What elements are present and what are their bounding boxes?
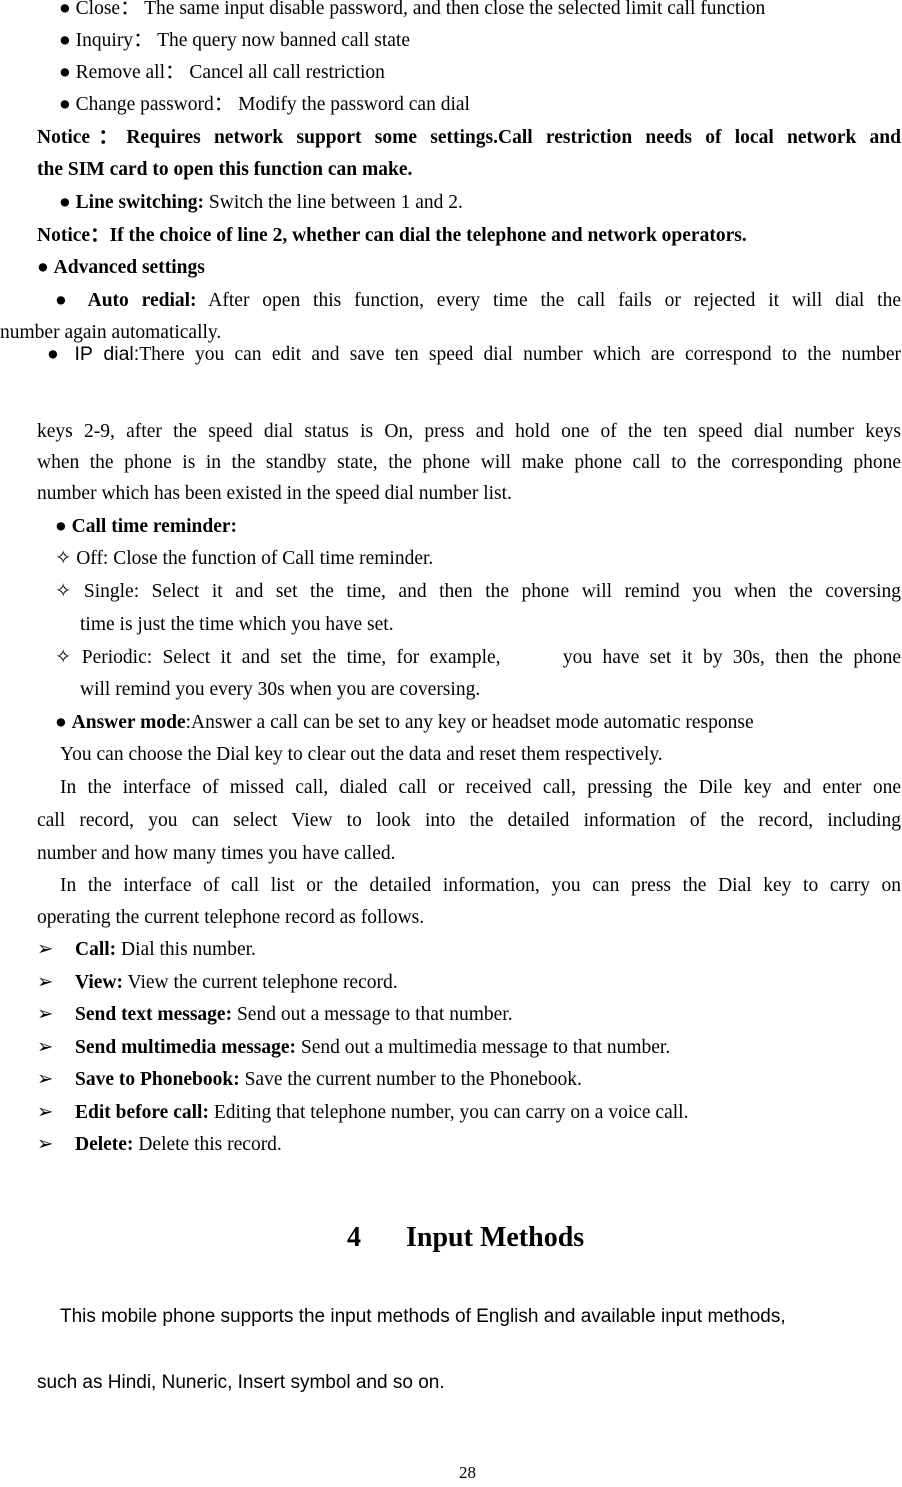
option-text: Editing that telephone number, you can c… (208, 1102, 689, 1123)
notice-text: Requires network support some settings.C… (126, 127, 902, 148)
item-text: :Answer a call can be set to any key or … (185, 712, 754, 733)
section-title: Input Methods (406, 1222, 585, 1253)
bullet-icon: ● (59, 30, 71, 51)
arrow-icon: ➢ (37, 1134, 54, 1155)
option-text: View the current telephone record. (123, 972, 398, 993)
paragraph: You can choose the Dial key to clear out… (60, 744, 663, 765)
bullet-icon: ● (47, 343, 65, 365)
item-text: Cancel all call restriction (189, 62, 385, 83)
item-text: The query now banned call state (157, 30, 410, 51)
option-text: Save the current number to the Phonebook… (239, 1069, 582, 1090)
call-time-reminder-heading: ● Call time reminder: (55, 516, 237, 537)
paragraph: In the interface of missed call, dialed … (60, 777, 901, 798)
option-label: Call: (75, 939, 117, 960)
option-label: Edit before call: (75, 1102, 209, 1123)
diamond-icon: ✧ (55, 647, 72, 668)
ip-dial-item: ● IP dial:There you can edit and save te… (47, 342, 901, 367)
reminder-option: ✧ Single: Select it and set the time, an… (55, 581, 902, 602)
arrow-icon: ➢ (37, 972, 54, 993)
item-label: Inquiry (75, 30, 134, 51)
arrow-icon: ➢ (37, 939, 54, 960)
item-label: Change password (75, 94, 214, 115)
arrow-icon: ➢ (37, 1069, 54, 1090)
notice-text: If the choice of line 2, whether can dia… (109, 225, 747, 246)
item-label: IP dial: (74, 343, 140, 365)
bullet-icon: ● (37, 257, 49, 278)
input-methods-paragraph: This mobile phone supports the input met… (60, 1306, 786, 1327)
notice-network: Notice：Requires network support some set… (37, 126, 901, 150)
item-label: Line switching: (75, 192, 205, 213)
bullet-icon: ● (59, 0, 71, 19)
reminder-option-cont: will remind you every 30s when you are c… (80, 679, 481, 700)
notice-network-cont: the SIM card to open this function can m… (37, 159, 413, 180)
reminder-option: ✧ Off: Close the function of Call time r… (55, 548, 434, 569)
notice-line2: Notice：If the choice of line 2, whether … (37, 224, 747, 248)
diamond-icon: ✧ (55, 581, 72, 602)
option-text: Dial this number. (116, 939, 256, 960)
bullet-icon: ● (55, 516, 67, 537)
diamond-icon: ✧ (55, 548, 72, 569)
paragraph: In the interface of call list or the det… (60, 875, 901, 896)
item-label: Close (75, 0, 121, 19)
call-barring-item: ● Change password： Modify the password c… (59, 94, 470, 115)
reminder-option: ✧ Periodic: Select it and set the time, … (55, 647, 901, 668)
section-heading: 4 Input Methods (347, 1222, 584, 1254)
record-option: ➢ View: View the current telephone record… (37, 971, 398, 995)
item-text: Modify the password can dial (238, 94, 470, 115)
call-barring-item: ● Inquiry： The query now banned call sta… (59, 30, 410, 51)
answer-mode-item: ● Answer mode:Answer a call can be set t… (55, 711, 754, 735)
line-switching-item: ● Line switching: Switch the line betwee… (59, 191, 463, 215)
option-label: Delete: (75, 1134, 134, 1155)
paragraph-cont: operating the current telephone record a… (37, 907, 425, 928)
arrow-icon: ➢ (37, 1102, 54, 1123)
paragraph-cont: number and how many times you have calle… (37, 843, 396, 864)
option-label: Save to Phonebook: (75, 1069, 240, 1090)
arrow-icon: ➢ (37, 1037, 54, 1058)
record-option: ➢ Edit before call: Editing that telephon… (37, 1101, 688, 1125)
section-number: 4 (347, 1222, 361, 1253)
item-text: After open this function, every time the… (196, 290, 902, 311)
item-text: Switch the line between 1 and 2. (204, 192, 463, 213)
item-label: Auto redial: (87, 290, 197, 311)
record-option: ➢ Call: Dial this number. (37, 938, 256, 962)
bullet-icon: ● (59, 62, 71, 83)
page-number: 28 (459, 1463, 476, 1482)
bullet-icon: ● (55, 712, 67, 733)
record-option: ➢ Send multimedia message: Send out a mul… (37, 1036, 670, 1060)
option-text: Send out a multimedia message to that nu… (296, 1037, 671, 1058)
record-option: ➢ Send text message: Send out a message t… (37, 1003, 513, 1027)
item-label: Answer mode (71, 712, 186, 733)
notice-label: Notice： (37, 225, 110, 246)
option-label: View: (75, 972, 124, 993)
ip-dial-cont: number which has been existed in the spe… (37, 483, 512, 504)
bullet-icon: ● (55, 290, 75, 311)
auto-redial-item: ● Auto redial: After open this function,… (55, 289, 901, 313)
bullet-icon: ● (59, 94, 71, 115)
option-label: Send multimedia message: (75, 1037, 296, 1058)
record-option: ➢ Save to Phonebook: Save the current num… (37, 1068, 582, 1092)
record-option: ➢ Delete: Delete this record. (37, 1133, 282, 1157)
call-barring-item: ● Close： The same input disable password… (59, 0, 766, 19)
notice-label: Notice： (37, 127, 127, 148)
bullet-icon: ● (59, 192, 71, 213)
call-barring-item: ● Remove all： Cancel all call restrictio… (59, 62, 385, 83)
input-methods-paragraph-cont: such as Hindi, Nuneric, Insert symbol an… (37, 1372, 445, 1393)
option-text: Delete this record. (133, 1134, 282, 1155)
reminder-option-cont: time is just the time which you have set… (80, 614, 394, 635)
option-text: Send out a message to that number. (232, 1004, 513, 1025)
item-text: There you can edit and save ten speed di… (139, 344, 902, 365)
advanced-settings-heading: ● Advanced settings (37, 257, 205, 278)
ip-dial-cont: when the phone is in the standby state, … (37, 452, 901, 473)
item-label: Remove all (75, 62, 166, 83)
option-label: Send text message: (75, 1004, 233, 1025)
arrow-icon: ➢ (37, 1004, 54, 1025)
item-text: The same input disable password, and the… (144, 0, 766, 19)
ip-dial-cont: keys 2-9, after the speed dial status is… (37, 421, 901, 442)
paragraph-cont: call record, you can select View to look… (37, 810, 901, 831)
